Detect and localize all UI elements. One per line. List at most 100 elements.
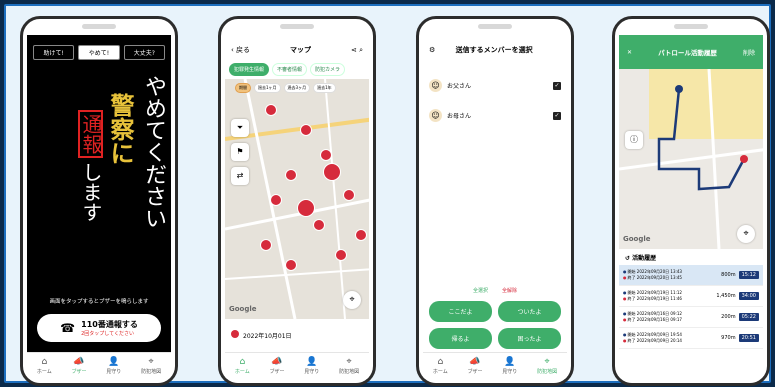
patrol-record-list: 開始 2022年09月20日 13:43終了 2022年09月20日 13:45… (619, 265, 763, 349)
bottom-tab-home[interactable]: ⌂ ホーム (235, 357, 250, 375)
phone-icon: ☎ (60, 321, 76, 335)
crime-pin[interactable] (285, 169, 297, 181)
member-checkbox[interactable]: ✓ (553, 111, 561, 120)
info-icon[interactable]: ⓘ (625, 131, 643, 149)
crime-pin[interactable] (265, 104, 277, 116)
delete-button[interactable]: 削除 (743, 48, 755, 57)
message-line-1: やめてください (141, 75, 166, 229)
bottom-tab-label: 防犯地図 (141, 368, 162, 375)
report-highlight: 通報 (78, 110, 103, 158)
incident-sheet[interactable]: 2022年10月01日 (225, 319, 369, 347)
member-row[interactable]: ☺ お父さん ✓ (429, 79, 561, 92)
record-duration: 20:51 (738, 334, 759, 342)
bottom-tab-label: 見守り (502, 368, 518, 375)
back-button[interactable]: ‹ 戻る (231, 45, 250, 55)
crime-pin[interactable] (335, 249, 347, 261)
record-distance: 800m (721, 272, 736, 278)
bottom-tab-label: ブザー (71, 368, 87, 375)
crime-pin[interactable] (270, 194, 282, 206)
record-duration: 15:12 (738, 271, 759, 279)
crime-pin[interactable] (297, 199, 315, 217)
google-logo: Google (229, 305, 257, 313)
period-1year[interactable]: 過去1年 (313, 83, 336, 93)
chip-camera[interactable]: 防犯カメラ (310, 63, 346, 76)
here-button[interactable]: ここだよ (429, 301, 492, 322)
bottom-tab-home[interactable]: ⌂ ホーム (37, 357, 52, 375)
record-times: 開始 2022年09月20日 13:43終了 2022年09月20日 13:45 (623, 269, 721, 281)
avatar: ☺ (429, 109, 442, 122)
watch-icon: 👤 (504, 356, 516, 367)
filter-icon[interactable]: ⏷ (231, 119, 249, 137)
chip-crime[interactable]: 犯罪発生情報 (229, 63, 270, 76)
bottom-tab-label: 防犯地図 (537, 368, 558, 375)
settings-icon[interactable]: ⚙ (429, 46, 435, 54)
crime-pin[interactable] (313, 219, 325, 231)
chip-suspicious[interactable]: 不審者情報 (272, 63, 308, 76)
call-subtitle: 2回タップしてください (81, 331, 135, 337)
route-map[interactable]: ⓘ Google ⌖ (619, 69, 763, 249)
select-all-link[interactable]: 全選択 (473, 287, 488, 294)
crime-pin[interactable] (343, 189, 355, 201)
route-icon[interactable]: ⇄ (231, 167, 249, 185)
bottom-tab-map[interactable]: ⌖ 防犯地図 (141, 356, 162, 375)
patrol-history-screen: ✕ パトロール活動履歴 削除 ⓘ Google ⌖ ↺ 活動履歴 ● 開始 20… (619, 35, 763, 379)
bottom-tab-map[interactable]: ⌖ 防犯地図 (537, 356, 558, 375)
call-110-button[interactable]: ☎ 110番通報する 2回タップしてください (37, 314, 161, 342)
patrol-record[interactable]: 開始 2022年09月16日 09:12終了 2022年09月16日 09:17… (619, 307, 763, 328)
tab-help[interactable]: 助けて! (33, 45, 75, 60)
watch-icon: 👤 (108, 356, 120, 367)
going-home-button[interactable]: 帰るよ (429, 328, 492, 349)
watch-icon: 👤 (306, 356, 318, 367)
incident-date: 2022年10月01日 (243, 333, 292, 340)
buzzer-screen[interactable]: 助けて! やめて! 大丈夫? やめてください 警察に 通報します 画面をタップす… (27, 35, 171, 379)
map-pin-icon: ⌖ (148, 356, 154, 367)
page-title: マップ (290, 46, 311, 54)
record-duration: 34:00 (738, 292, 759, 300)
police-icon[interactable]: ⚑ (231, 143, 249, 161)
member-row[interactable]: ☺ お母さん ✓ (429, 109, 561, 122)
bottom-tab-watch[interactable]: 👤 見守り (106, 356, 122, 375)
arrived-button[interactable]: ついたよ (498, 301, 561, 322)
member-name: お母さん (447, 113, 472, 120)
phone-notch (478, 24, 512, 29)
bottom-tab-watch[interactable]: 👤 見守り (502, 356, 518, 375)
share-icon[interactable]: ⋖ (351, 46, 357, 54)
bottom-tab-label: ブザー (269, 368, 285, 375)
phone-map-screen: ‹ 戻る マップ ⋖ ⌕ 犯罪発生情報 不審者情報 防犯カメラ 期間 過去1ヶ月… (218, 16, 376, 386)
current-location-icon[interactable]: ⌖ (343, 291, 361, 309)
crime-map[interactable]: 期間 過去1ヶ月 過去3ヶ月 過去1年 ⏷ ⚑ ⇄ Google ⌖ (225, 79, 369, 319)
period-3month[interactable]: 過去3ヶ月 (283, 83, 311, 93)
crime-pin[interactable] (323, 163, 341, 181)
crime-pin[interactable] (300, 124, 312, 136)
phone-notch (82, 24, 116, 29)
bottom-tab-buzzer[interactable]: 📣 ブザー (71, 357, 87, 375)
current-location-icon[interactable]: ⌖ (737, 225, 755, 243)
bottom-tab-home[interactable]: ⌂ ホーム (433, 357, 448, 375)
crime-pin[interactable] (355, 229, 367, 241)
patrol-record[interactable]: 開始 2022年09月09日 19:54終了 2022年09月09日 20:14… (619, 328, 763, 349)
bottom-tab-map[interactable]: ⌖ 防犯地図 (339, 357, 359, 375)
bottom-tab-bar: ⌂ ホーム 📣 ブザー 👤 見守り ⌖ 防犯地図 (423, 352, 567, 379)
trouble-button[interactable]: 困ったよ (498, 328, 561, 349)
bottom-tab-buzzer[interactable]: 📣 ブザー (468, 357, 483, 375)
bottom-tab-label: 見守り (106, 368, 122, 375)
member-checkbox[interactable]: ✓ (553, 81, 561, 90)
buzzer-icon: 📣 (271, 356, 283, 367)
close-icon[interactable]: ✕ (627, 49, 632, 56)
bottom-tab-buzzer[interactable]: 📣 ブザー (269, 356, 285, 375)
crime-pin[interactable] (285, 259, 297, 271)
crime-pin[interactable] (260, 239, 272, 251)
tab-ok[interactable]: 大丈夫? (123, 45, 165, 60)
search-icon[interactable]: ⌕ (359, 46, 363, 54)
patrol-record[interactable]: 開始 2022年09月19日 11:12終了 2022年09月19日 11:46… (619, 286, 763, 307)
route-map-drawing (619, 69, 763, 249)
selection-links: 全選択 全解除 (423, 287, 567, 294)
crime-pin[interactable] (320, 149, 332, 161)
period-1month[interactable]: 過去1ヶ月 (254, 83, 281, 93)
deselect-all-link[interactable]: 全解除 (502, 287, 517, 294)
message-line-3: 通報します (78, 110, 103, 222)
tab-stop[interactable]: やめて! (78, 45, 120, 60)
map-pin-icon: ⌖ (544, 356, 550, 367)
patrol-record[interactable]: 開始 2022年09月20日 13:43終了 2022年09月20日 13:45… (619, 265, 763, 286)
bottom-tab-watch[interactable]: 👤 見守り (304, 356, 319, 375)
